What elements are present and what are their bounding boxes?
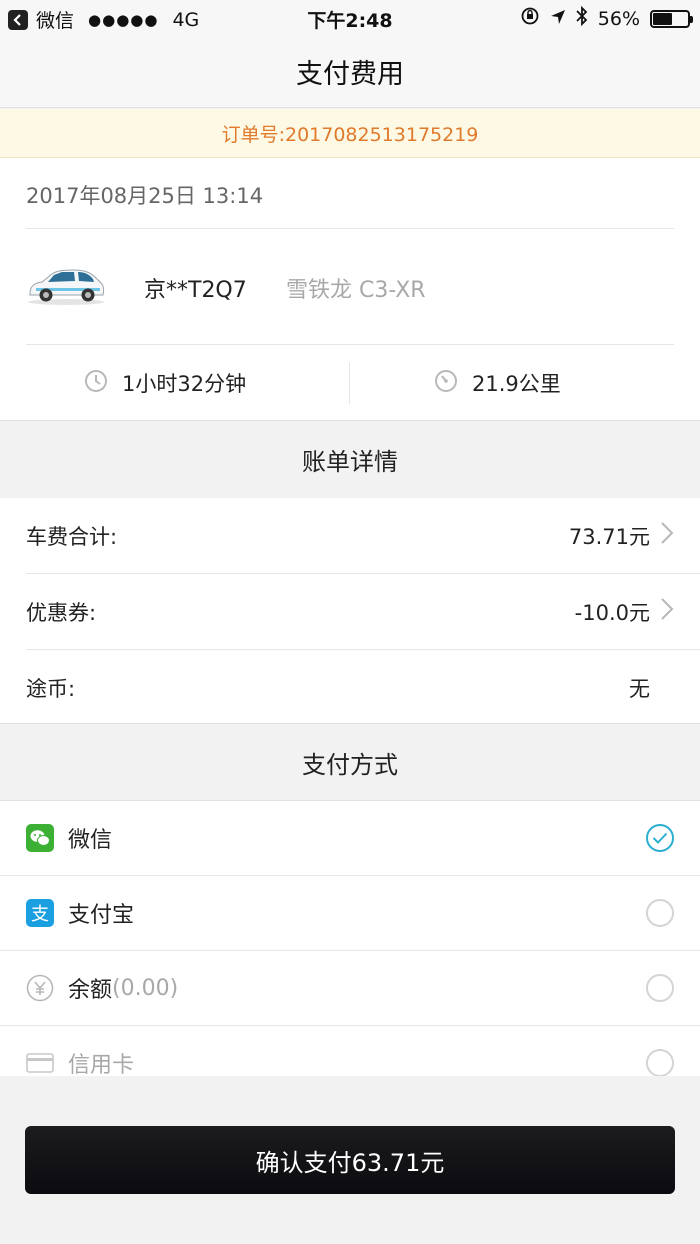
trip-distance: 21.9公里	[434, 368, 561, 398]
bill-section-header: 账单详情	[0, 420, 700, 498]
payment-section-header: 支付方式	[0, 723, 700, 801]
bill-item-fare-total[interactable]: 车费合计: 73.71元	[0, 498, 700, 573]
bill-item-label: 优惠券:	[26, 600, 97, 625]
bill-item-value: -10.0元	[574, 600, 650, 625]
radio-unchecked-icon[interactable]	[646, 974, 674, 1002]
svg-text:支: 支	[31, 904, 49, 925]
payment-method-label: 支付宝	[68, 903, 135, 928]
payment-method-alipay[interactable]: 支 支付宝	[0, 876, 700, 950]
trip-summary-card: 2017年08月25日 13:14 京**T2Q7 雪铁龙 C3-XR 1小时3…	[0, 158, 700, 420]
stat-divider	[349, 362, 350, 404]
yuan-icon	[26, 974, 54, 1002]
rotation-lock-icon	[520, 6, 540, 31]
status-bar-right: 56%	[520, 5, 693, 31]
car-model: 雪铁龙 C3-XR	[286, 278, 426, 303]
bill-header-label: 账单详情	[302, 448, 398, 476]
bill-item-coupon[interactable]: 优惠券: -10.0元	[0, 574, 700, 649]
clock-icon	[84, 369, 108, 398]
confirm-payment-button[interactable]: 确认支付63.71元	[25, 1126, 675, 1194]
status-bar: 微信 ●●●●● 4G 下午2:48 56%	[0, 0, 700, 36]
bill-item-label: 途币:	[26, 676, 76, 701]
chevron-right-icon	[660, 521, 674, 550]
payment-method-extra: (0.00)	[112, 975, 179, 1001]
trip-datetime: 2017年08月25日 13:14	[26, 184, 264, 208]
credit-card-icon	[26, 1049, 54, 1077]
payment-method-label: 余额	[68, 978, 113, 1003]
payment-methods: 微信 支 支付宝 余额 (0.00) 信用卡	[0, 800, 700, 1100]
payment-method-wechat[interactable]: 微信	[0, 801, 700, 875]
bill-item-value: 无	[629, 676, 650, 701]
wechat-icon	[26, 824, 54, 852]
bill-details: 车费合计: 73.71元 优惠券: -10.0元 途币: 无	[0, 498, 700, 725]
payment-method-balance[interactable]: 余额 (0.00)	[0, 951, 700, 1025]
car-plate: 京**T2Q7	[144, 278, 247, 303]
divider	[26, 228, 674, 229]
radio-unchecked-icon[interactable]	[646, 1049, 674, 1077]
nav-bar: 支付费用	[0, 36, 700, 108]
order-number: 订单号:2017082513175219	[221, 123, 479, 146]
bluetooth-icon	[576, 5, 588, 31]
payment-method-label: 信用卡	[68, 1053, 135, 1078]
trip-duration-value: 1小时32分钟	[122, 372, 247, 396]
battery-level	[653, 12, 673, 25]
payment-method-label: 微信	[68, 828, 113, 853]
location-icon	[550, 8, 566, 30]
alipay-icon: 支	[26, 899, 54, 927]
bill-item-value: 73.71元	[568, 524, 650, 549]
bill-item-tucoin: 途币: 无	[0, 650, 700, 725]
bill-item-label: 车费合计:	[26, 524, 118, 549]
radio-unchecked-icon[interactable]	[646, 899, 674, 927]
payment-header-label: 支付方式	[302, 751, 398, 779]
odometer-icon	[434, 369, 458, 398]
trip-distance-value: 21.9公里	[472, 372, 561, 396]
chevron-right-icon	[660, 597, 674, 626]
radio-checked-icon[interactable]	[646, 824, 674, 852]
battery-percent: 56%	[597, 7, 640, 30]
order-number-banner: 订单号:2017082513175219	[0, 109, 700, 158]
page-title: 支付费用	[296, 59, 404, 90]
car-image	[26, 264, 106, 306]
trip-duration: 1小时32分钟	[84, 368, 246, 398]
confirm-payment-label: 确认支付63.71元	[255, 1148, 445, 1177]
battery-icon	[650, 9, 693, 28]
divider	[26, 344, 674, 345]
